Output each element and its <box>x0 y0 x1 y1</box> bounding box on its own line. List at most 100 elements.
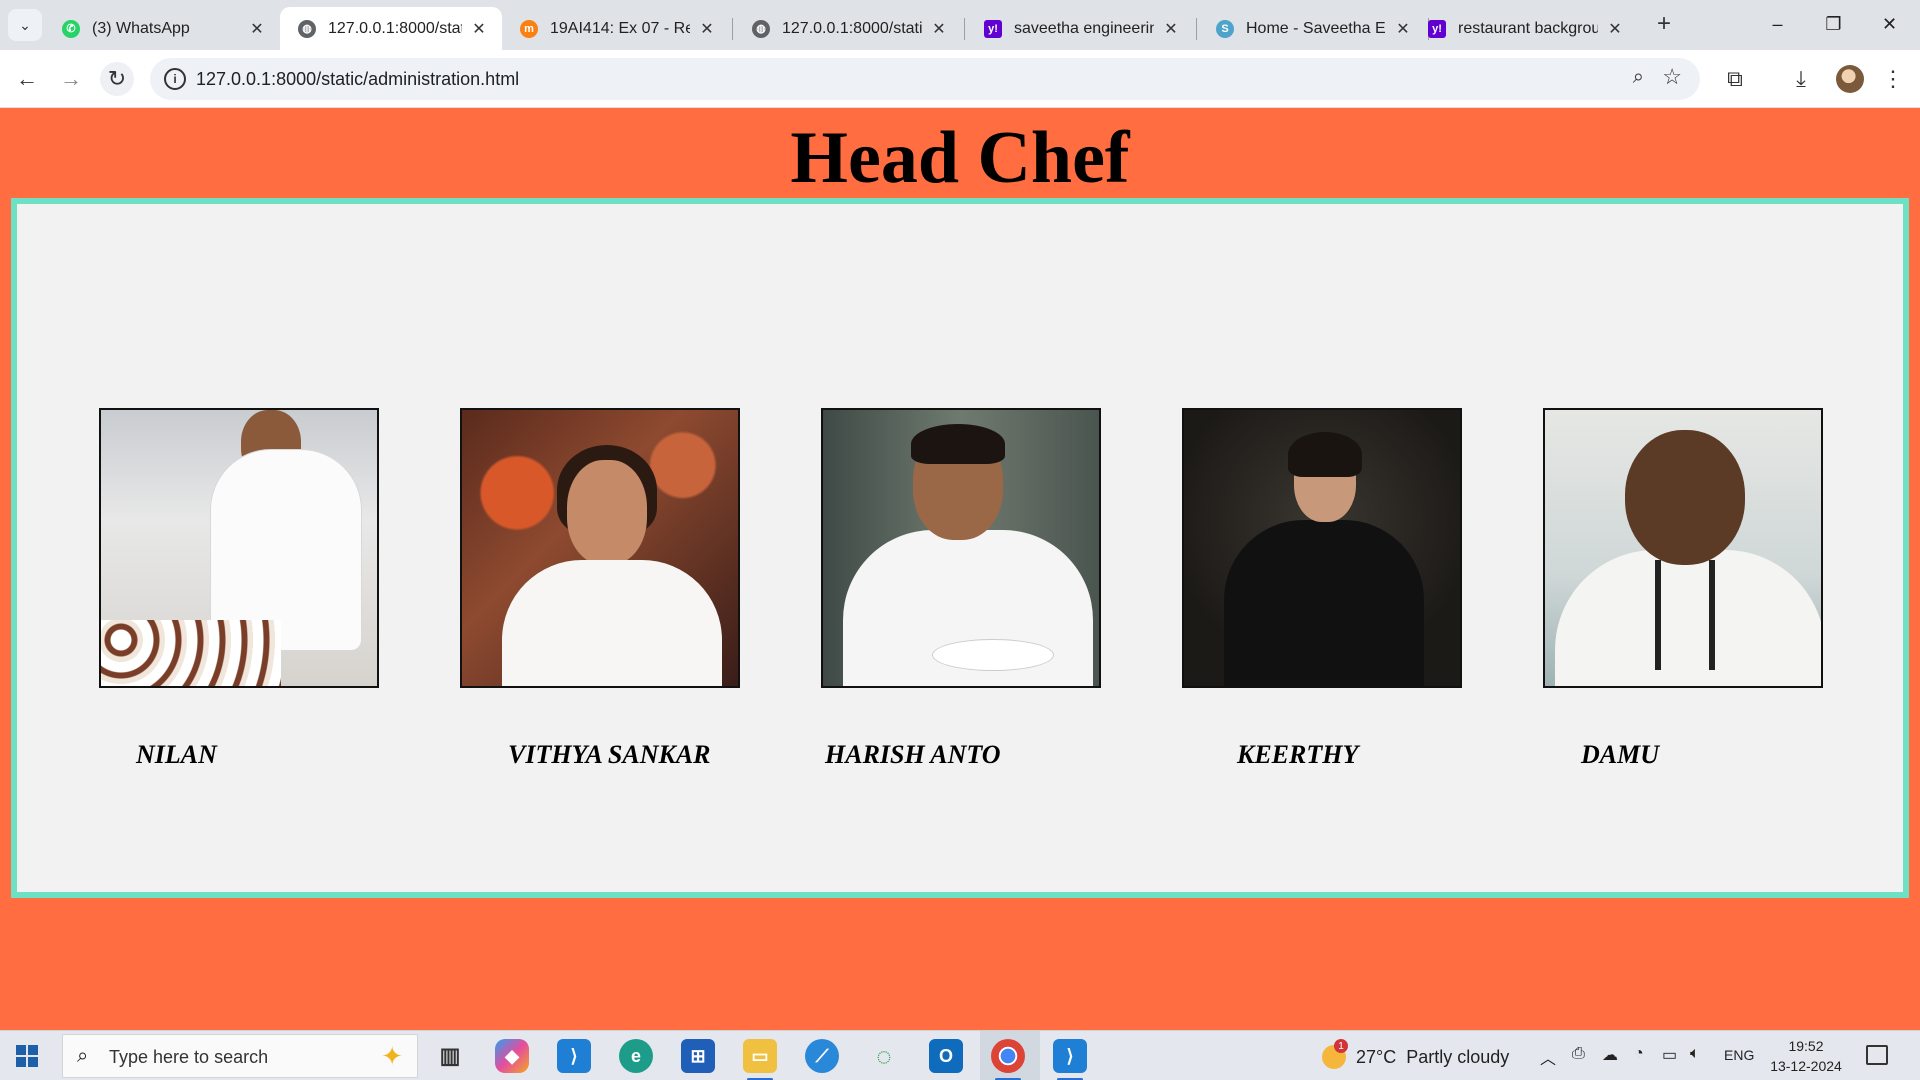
tab-title: 19AI414: Ex 07 - Rest <box>550 19 690 37</box>
browser-menu-button[interactable]: ⋮ <box>1876 62 1910 96</box>
wifi-icon[interactable]: ◔ <box>1634 1045 1644 1063</box>
tab-saveetha-home[interactable]: S Home - Saveetha Eng ✕ <box>1198 7 1426 50</box>
vscode-icon[interactable]: ⟩ <box>1053 1039 1087 1080</box>
task-view-icon[interactable]: ▥ <box>433 1039 467 1073</box>
close-icon[interactable]: ✕ <box>1162 19 1180 39</box>
clock-time: 19:52 <box>1788 1038 1824 1054</box>
back-button[interactable]: ← <box>10 62 44 96</box>
chef-card <box>99 408 379 688</box>
close-icon[interactable]: ✕ <box>470 19 488 39</box>
zoom-icon[interactable]: ⌕ <box>1633 66 1644 89</box>
vscode-icon[interactable]: ⟩ <box>557 1039 591 1073</box>
new-tab-button[interactable]: + <box>1650 10 1678 38</box>
chef-photo <box>1182 408 1462 688</box>
tab-title: (3) WhatsApp <box>92 19 190 37</box>
close-icon[interactable]: ✕ <box>930 19 948 39</box>
chef-card <box>1543 408 1823 688</box>
page-title: Head Chef <box>790 117 1130 199</box>
kebab-menu-icon: ⋮ <box>1882 66 1904 91</box>
site-info-icon[interactable]: i <box>164 68 186 90</box>
weather-badge: 1 <box>1334 1039 1348 1053</box>
yahoo-icon: y! <box>984 19 1002 38</box>
downloads-button[interactable]: ⤓ <box>1784 62 1818 96</box>
store-icon[interactable]: ⊞ <box>681 1039 715 1073</box>
browser-toolbar: ← → ↻ i 127.0.0.1:8000/static/administra… <box>0 50 1920 108</box>
address-bar[interactable]: i 127.0.0.1:8000/static/administration.h… <box>150 58 1700 100</box>
chef-card <box>1182 408 1462 688</box>
reload-button[interactable]: ↻ <box>100 62 134 96</box>
tab-yahoo-search[interactable]: y! saveetha engineering ✕ <box>966 7 1194 50</box>
forward-button[interactable]: → <box>54 62 88 96</box>
tab-strip: ⌄ ✆ (3) WhatsApp ✕ ◍ 127.0.0.1:8000/stat… <box>0 0 1920 50</box>
search-icon: ⌕ <box>77 1045 89 1067</box>
plus-icon: + <box>1656 10 1671 37</box>
chef-photo <box>821 408 1101 688</box>
globe-icon: ◍ <box>298 19 316 38</box>
close-icon[interactable]: ✕ <box>698 19 716 39</box>
app-loop-icon[interactable]: ◌ <box>867 1039 901 1073</box>
moodle-icon: m <box>520 19 538 38</box>
tab-title: 127.0.0.1:8000/static/ <box>328 19 462 37</box>
chevron-up-icon[interactable]: ︿ <box>1540 1045 1556 1069</box>
weather-temperature: 27°C <box>1356 1046 1397 1067</box>
reload-icon: ↻ <box>107 66 127 91</box>
restore-button[interactable]: ❐ <box>1806 0 1861 48</box>
partly-cloudy-icon: 1 <box>1322 1039 1348 1069</box>
tab-whatsapp[interactable]: ✆ (3) WhatsApp ✕ <box>44 7 280 50</box>
tab-title: Home - Saveetha Eng <box>1246 19 1386 37</box>
tab-title: saveetha engineering <box>1014 19 1154 37</box>
outlook-icon[interactable]: O <box>929 1039 963 1073</box>
globe-icon: ◍ <box>752 19 770 38</box>
weather-description: Partly cloudy <box>1406 1046 1510 1067</box>
tab-title: restaurant backgrour <box>1458 19 1598 37</box>
close-icon[interactable]: ✕ <box>1606 19 1624 39</box>
file-explorer-icon[interactable]: ▭ <box>743 1039 777 1080</box>
taskbar-search-box[interactable]: ⌕ Type here to search ✦ <box>62 1034 418 1078</box>
close-window-button[interactable]: ✕ <box>1862 0 1917 48</box>
tab-localhost-active[interactable]: ◍ 127.0.0.1:8000/static/ ✕ <box>280 7 502 50</box>
battery-icon[interactable]: ▭ <box>1662 1045 1677 1065</box>
clock-date: 13-12-2024 <box>1770 1058 1842 1074</box>
yahoo-icon: y! <box>1428 19 1446 38</box>
weather-widget[interactable]: 1 27°C Partly cloudy <box>1322 1039 1510 1069</box>
tab-separator <box>1196 18 1197 40</box>
chef-name: NILAN <box>136 740 217 769</box>
speaker-icon[interactable]: 🔈︎ <box>1690 1045 1700 1063</box>
notification-icon[interactable] <box>1866 1045 1888 1065</box>
bookmark-star-icon[interactable]: ☆ <box>1662 64 1682 90</box>
chef-photo <box>1543 408 1823 688</box>
tab-moodle[interactable]: m 19AI414: Ex 07 - Rest ✕ <box>502 7 730 50</box>
download-icon: ⤓ <box>1796 66 1806 91</box>
onedrive-icon[interactable]: ☁ <box>1602 1045 1618 1065</box>
puzzle-icon: ⧉ <box>1727 66 1743 91</box>
minimize-button[interactable]: – <box>1750 0 1805 48</box>
edge-icon[interactable]: e <box>619 1039 653 1073</box>
profile-avatar[interactable] <box>1836 65 1864 93</box>
app-feather-icon[interactable]: ⟋ <box>805 1039 839 1073</box>
chef-photo <box>460 408 740 688</box>
chef-name: VITHYA SANKAR <box>508 740 711 769</box>
tab-restaurant-background[interactable]: y! restaurant backgrour ✕ <box>1410 7 1638 50</box>
close-icon[interactable]: ✕ <box>248 19 266 39</box>
chef-card <box>460 408 740 688</box>
tab-separator <box>732 18 733 40</box>
clock[interactable]: 19:52 13-12-2024 <box>1764 1036 1848 1076</box>
chrome-icon[interactable] <box>991 1039 1025 1080</box>
tab-separator <box>964 18 965 40</box>
windows-start-button[interactable] <box>16 1045 38 1067</box>
chef-photo <box>99 408 379 688</box>
copilot-sparkle-icon: ✦ <box>381 1041 403 1071</box>
arrow-right-icon: → <box>60 66 82 91</box>
search-placeholder: Type here to search <box>109 1047 269 1067</box>
tab-search-button[interactable]: ⌄ <box>8 9 42 41</box>
chef-panel: NILAN VITHYA SANKAR HARISH ANTO KEERTHY … <box>11 198 1909 898</box>
chef-name: KEERTHY <box>1237 740 1359 769</box>
extensions-button[interactable]: ⧉ <box>1718 62 1752 96</box>
language-indicator[interactable]: ENG <box>1724 1047 1754 1063</box>
tab-localhost[interactable]: ◍ 127.0.0.1:8000/static/ ✕ <box>734 7 962 50</box>
arrow-left-icon: ← <box>16 66 38 91</box>
copilot-icon[interactable]: ◆ <box>495 1039 529 1073</box>
url-text[interactable]: 127.0.0.1:8000/static/administration.htm… <box>196 69 519 90</box>
tab-title: 127.0.0.1:8000/static/ <box>782 19 922 37</box>
meet-now-icon[interactable]: ⎙ <box>1572 1045 1585 1063</box>
